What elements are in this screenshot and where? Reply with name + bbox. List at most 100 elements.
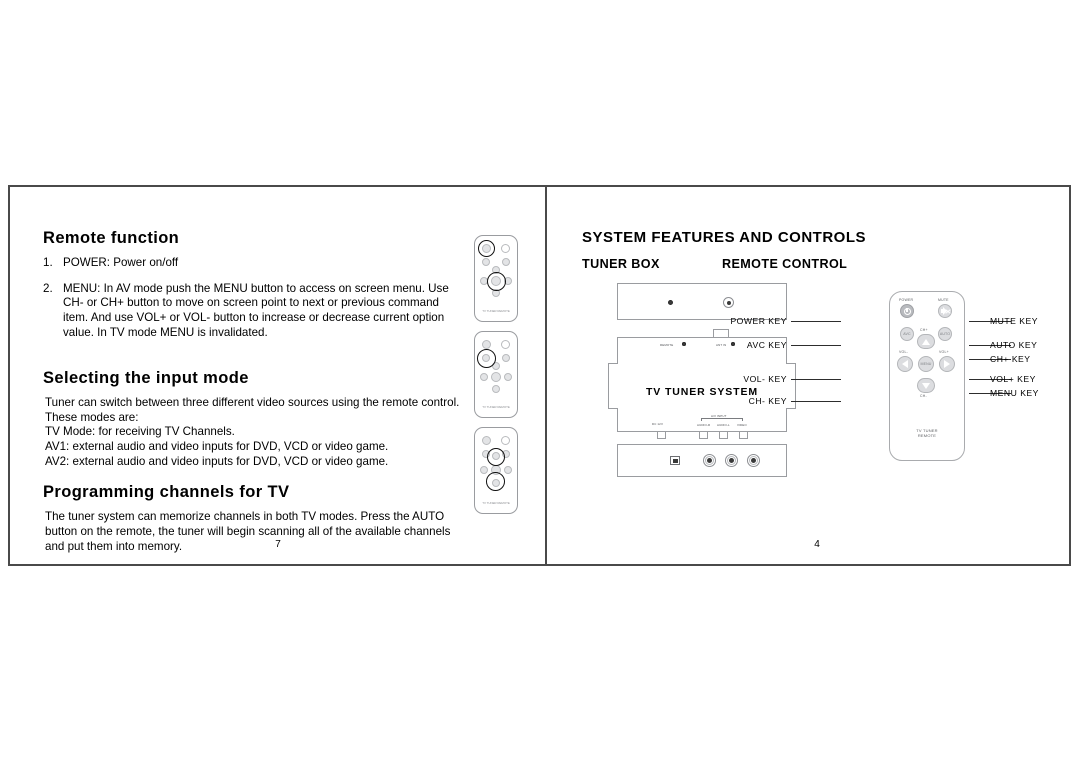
manual-spread: Remote function 1. POWER: Power on/off 2… [8,185,1071,566]
right-page: SYSTEM FEATURES AND CONTROLS TUNER BOX R… [547,187,1071,564]
subtitle-tuner-box: TUNER BOX [582,257,660,271]
page-number-left: 7 [275,539,281,550]
remote-thumb-power: TV TUNER REMOTE [474,235,518,322]
remote-control-diagram: POWER MUTE AVC AUTO CH+ VOL- MENU VOL+ C… [889,291,965,461]
rca-jack-audio-r-icon [703,454,716,467]
highlight-ring-ch-up [487,448,505,466]
tuner-body: REMOTE ANT IN TV TUNER SYSTEM DC 12V A/V… [608,337,796,439]
highlight-ring-power [478,240,495,257]
list-item-text: MENU: In AV mode push the MENU button to… [63,281,449,339]
thumb-vol-up-key-icon [504,466,512,474]
remote-thumb-avc: TV TUNER REMOTE [474,331,518,418]
auto-key-label: AUTO [939,332,951,336]
triangle-right-icon [944,360,950,368]
avc-key-icon: AVC [900,327,914,341]
callout-vol-up-key: VOL+ KEY [990,374,1036,384]
ch-up-key-icon [917,334,935,349]
callout-auto-key: AUTO KEY [990,340,1038,350]
remote-label-ch-down: CH- [920,394,927,398]
thumb-vol-down-key-icon [480,373,488,381]
remote-footer-line2: REMOTE [917,433,937,438]
thumb-footer: TV TUNER REMOTE [482,405,510,410]
remote-label-mute: MUTE [938,298,949,302]
triangle-down-icon [922,382,930,389]
remote-label-ch-up: CH+ [920,328,928,332]
rca-jack-audio-l-icon [725,454,738,467]
label-audio-r: AUDIO-R [697,423,711,427]
thumb-ch-down-key-icon [492,385,500,393]
dc-input-jack-icon [670,456,680,465]
thumb-vol-up-key-icon [504,373,512,381]
thumb-avc-key-icon [482,258,490,266]
av-input-bracket [701,418,743,421]
thumb-footer: TV TUNER REMOTE [482,309,510,314]
tuner-rear-panel [617,444,787,477]
label-dc-in: DC 12V [652,422,664,426]
mute-key-icon [938,304,952,318]
callout-mute-key: MUTE KEY [990,316,1038,326]
audio-l-connector-icon [719,431,728,439]
remote-function-list: 1. POWER: Power on/off 2. MENU: In AV mo… [43,256,463,340]
rca-jack-video-icon [747,454,760,467]
vol-up-key-icon [939,356,955,372]
power-glyph-icon [903,307,911,315]
auto-key-icon: AUTO [938,327,952,341]
paragraph-tv-mode: TV Mode: for receiving TV Channels. [45,425,235,439]
subtitle-remote-control: REMOTE CONTROL [722,257,848,271]
callout-ch-up-key: CH+ KEY [990,354,1031,364]
antenna-jack-icon [723,297,734,308]
callout-menu-key: MENU KEY [990,388,1039,398]
thumb-vol-down-key-icon [480,466,488,474]
menu-key-icon: MENU [918,356,934,372]
list-item: 2. MENU: In AV mode push the MENU button… [43,282,463,340]
page-title: SYSTEM FEATURES AND CONTROLS [582,229,867,246]
remote-label-vol-down: VOL- [899,350,908,354]
highlight-ring-ch-down [486,472,505,491]
list-item-number: 2. [43,281,53,295]
triangle-left-icon [902,360,908,368]
list-item-text: POWER: Power on/off [63,256,179,270]
paragraph-input-modes-intro: Tuner can switch between three different… [45,396,460,424]
leader-line-power [791,321,841,322]
callout-vol-down-key: VOL- KEY [743,374,787,384]
left-page-content: Remote function 1. POWER: Power on/off 2… [43,229,463,554]
remote-footer: TV TUNER REMOTE [890,428,964,438]
tuner-front-panel [617,283,787,320]
highlight-ring-navpad [487,272,506,291]
list-item: 1. POWER: Power on/off [43,256,463,271]
thumb-power-key-icon [482,436,491,445]
mounting-bracket-left [608,363,618,409]
vol-down-key-icon [897,356,913,372]
thumb-auto-key-icon [502,258,510,266]
leader-line-vol-down [791,379,841,380]
highlight-ring-avc [477,349,496,368]
leader-line-ch-down [791,401,841,402]
leader-line-avc [791,345,841,346]
video-connector-icon [739,431,748,439]
thumb-mute-key-icon [501,436,510,445]
remote-sensor-icon [682,342,686,346]
callout-power-key: POWER KEY [730,316,787,326]
thumb-footer: TV TUNER REMOTE [482,501,510,506]
remote-label-power: POWER [899,298,914,302]
audio-r-connector-icon [699,431,708,439]
list-item-number: 1. [43,256,53,270]
left-page: Remote function 1. POWER: Power on/off 2… [10,187,545,564]
thumb-menu-key-icon [491,372,501,382]
ir-sensor-icon [668,300,673,305]
label-video: VIDEO [737,423,747,427]
remote-thumb-menu: TV TUNER REMOTE [474,427,518,514]
mute-glyph-icon [940,307,951,315]
callout-avc-key: AVC KEY [746,340,787,350]
remote-thumbnail-column: TV TUNER REMOTE TV TUNER REMOTE TV TUNER… [474,235,518,523]
callout-ch-down-key: CH- KEY [748,396,787,406]
remote-label-vol-up: VOL+ [939,350,949,354]
thumb-mute-key-icon [501,244,510,253]
heading-programming-channels: Programming channels for TV [43,483,290,502]
heading-selecting-input-mode: Selecting the input mode [43,369,249,388]
dc-connector-icon [657,431,666,439]
thumb-mute-key-icon [501,340,510,349]
menu-key-label: MENU [920,362,932,366]
